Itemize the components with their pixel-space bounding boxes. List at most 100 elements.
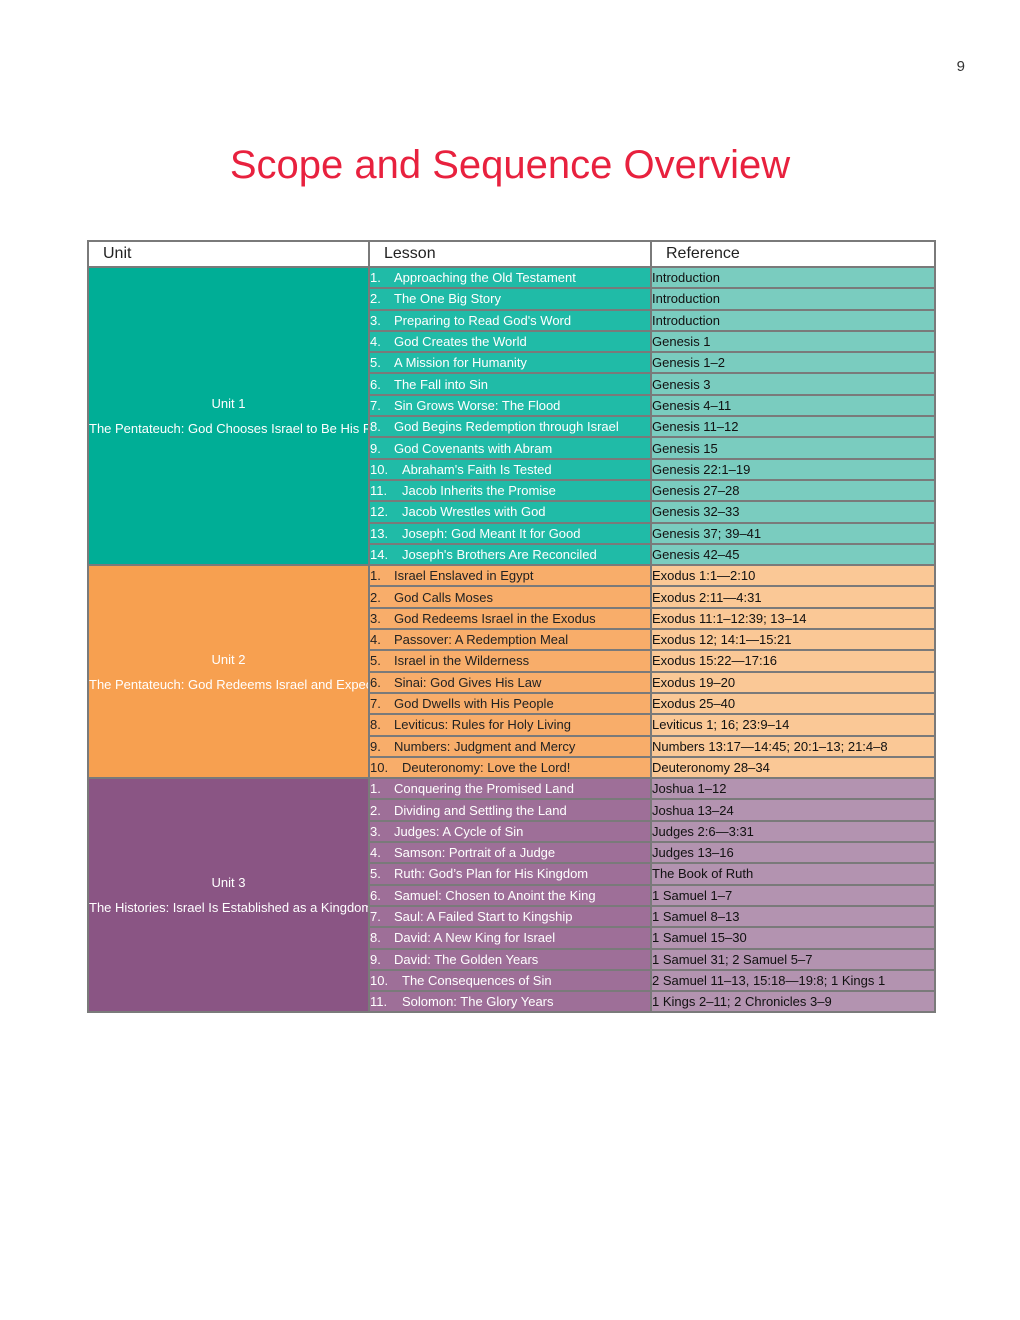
- unit-name: The Pentateuch: God Chooses Israel to Be…: [89, 421, 367, 437]
- lesson-number: 1.: [370, 568, 381, 584]
- lesson-number: 8.: [370, 717, 381, 733]
- lesson-title: God Creates the World: [394, 334, 527, 350]
- lesson-number: 14.: [370, 547, 389, 562]
- lesson-number: 10.: [370, 759, 389, 775]
- lesson-title: Israel in the Wilderness: [394, 653, 530, 669]
- reference-cell: Judges 2:6—3:31: [650, 819, 936, 844]
- lesson-title: Dividing and Settling the Land: [394, 802, 567, 818]
- table-row: Unit 3 The Histories: Israel Is Establish…: [87, 777, 936, 1014]
- lesson-title: David: The Golden Years: [394, 951, 539, 967]
- lesson-title: A Mission for Humanity: [394, 355, 527, 371]
- scope-sequence-table: Unit Lesson Reference Unit 1 The Pentateu…: [87, 240, 936, 1014]
- lesson-title: Approaching the Old Testament: [394, 270, 576, 286]
- lesson-number: 9.: [370, 951, 381, 967]
- lesson-number: 2.: [370, 589, 381, 605]
- reference-cell: Genesis 37; 39–41: [650, 521, 936, 545]
- lesson-title: Ruth: God’s Plan for His Kingdom: [394, 866, 589, 882]
- reference-cell: Exodus 2:11—4:31: [650, 585, 936, 609]
- reference-cell: Exodus 15:22—17:16: [650, 649, 936, 673]
- lesson-number: 10.: [370, 461, 389, 477]
- header-lesson: Lesson: [368, 240, 652, 268]
- unit-cell: Unit 1 The Pentateuch: God Chooses Israel…: [87, 265, 370, 567]
- unit-cell: Unit 2 The Pentateuch: God Redeems Israel…: [87, 564, 370, 780]
- lesson-title: Deuteronomy: Love the Lord!: [402, 759, 571, 775]
- lesson-number: 6.: [370, 376, 381, 392]
- lesson-number: 12.: [370, 504, 389, 520]
- header-reference: Reference: [650, 240, 936, 268]
- lesson-title: David: A New King for Israel: [394, 930, 556, 946]
- reference-cell: 1 Samuel 1–7: [650, 883, 936, 907]
- table-row: Unit 1 The Pentateuch: God Chooses Israel…: [87, 265, 936, 567]
- lesson-cell: 5. A Mission for Humanity: [368, 351, 652, 375]
- reference-cell: Exodus 12; 14:1—15:21: [650, 628, 936, 652]
- lesson-cell: 10. Deuteronomy: Love the Lord!: [368, 755, 652, 780]
- lesson-cell: 8. Leviticus: Rules for Holy Living: [368, 713, 652, 737]
- reference-cell: Numbers 13:17—14:45; 20:1–13; 21:4–8: [650, 734, 936, 758]
- reference-cell: Genesis 22:1–19: [650, 457, 936, 481]
- lesson-cell: 1. Conquering the Promised Land: [368, 777, 652, 801]
- lesson-title: God Redeems Israel in the Exodus: [394, 610, 596, 626]
- lesson-cell: 14. Joseph's Brothers Are Reconciled: [368, 542, 652, 567]
- lesson-number: 5.: [370, 866, 381, 882]
- lesson-cell: 9. God Covenants with Abram: [368, 436, 652, 460]
- lesson-title: Numbers: Judgment and Mercy: [394, 738, 576, 754]
- lesson-number: 7.: [370, 397, 381, 413]
- page-title: Scope and Sequence Overview: [229, 143, 791, 187]
- table-body: Unit 1 The Pentateuch: God Chooses Israel…: [87, 265, 936, 1014]
- lesson-cell: 3. Judges: A Cycle of Sin: [368, 819, 652, 844]
- lesson-cell: 3. Preparing to Read God's Word: [368, 308, 652, 332]
- reference-cell: 1 Kings 2–11; 2 Chronicles 3–9: [650, 990, 936, 1014]
- header-unit: Unit: [87, 240, 370, 268]
- lesson-cell: 11. Solomon: The Glory Years: [368, 990, 652, 1014]
- reference-cell: Genesis 11–12: [650, 415, 936, 439]
- lesson-cell: 7. Saul: A Failed Start to Kingship: [368, 904, 652, 929]
- lesson-cell: 9. Numbers: Judgment and Mercy: [368, 734, 652, 758]
- lesson-title: Conquering the Promised Land: [394, 781, 574, 797]
- reference-cell: Genesis 1–2: [650, 351, 936, 375]
- lesson-title: Abraham's Faith Is Tested: [402, 461, 552, 477]
- lesson-cell: 4. Samson: Portrait of a Judge: [368, 841, 652, 865]
- lesson-number: 3.: [370, 610, 381, 626]
- lesson-title: The Consequences of Sin: [402, 972, 552, 988]
- lesson-cell: 2. The One Big Story: [368, 287, 652, 311]
- lesson-title: The One Big Story: [394, 291, 501, 307]
- lesson-cell: 13. Joseph: God Meant It for Good: [368, 521, 652, 545]
- reference-cell: 2 Samuel 11–13, 15:18—19:8; 1 Kings 1: [650, 968, 936, 993]
- lesson-cell: 2. Dividing and Settling the Land: [368, 798, 652, 822]
- lesson-title: Solomon: The Glory Years: [402, 994, 554, 1010]
- lesson-title: Joseph's Brothers Are Reconciled: [402, 547, 597, 562]
- lesson-title: Preparing to Read God's Word: [394, 312, 572, 328]
- lesson-title: The Fall into Sin: [394, 376, 488, 392]
- lesson-cell: 8. God Begins Redemption through Israel: [368, 415, 652, 439]
- lesson-number: 8.: [370, 419, 381, 435]
- lesson-cell: 7. God Dwells with His People: [368, 691, 652, 716]
- reference-cell: Leviticus 1; 16; 23:9–14: [650, 713, 936, 737]
- lesson-number: 7.: [370, 696, 381, 712]
- reference-cell: Exodus 11:1–12:39; 13–14: [650, 606, 936, 631]
- lesson-title: God Dwells with His People: [394, 696, 554, 712]
- lesson-number: 7.: [370, 909, 381, 925]
- reference-cell: Exodus 25–40: [650, 691, 936, 716]
- lesson-number: 13.: [370, 525, 389, 541]
- lesson-number: 6.: [370, 674, 381, 690]
- reference-cell: Joshua 1–12: [650, 777, 936, 801]
- table-header-row: Unit Lesson Reference: [87, 240, 936, 268]
- reference-cell: 1 Samuel 8–13: [650, 904, 936, 929]
- reference-cell: Introduction: [650, 308, 936, 332]
- unit-label: Unit 1: [211, 396, 246, 412]
- lesson-number: 9.: [370, 440, 381, 456]
- lesson-number: 3.: [370, 312, 381, 328]
- lesson-cell: 5. Ruth: God’s Plan for His Kingdom: [368, 862, 652, 886]
- lesson-cell: 6. The Fall into Sin: [368, 372, 652, 396]
- lesson-title: Joseph: God Meant It for Good: [402, 525, 581, 541]
- lesson-title: Saul: A Failed Start to Kingship: [394, 909, 573, 925]
- lesson-cell: 5. Israel in the Wilderness: [368, 649, 652, 673]
- lesson-cell: 7. Sin Grows Worse: The Flood: [368, 393, 652, 418]
- lesson-title: God Covenants with Abram: [394, 440, 553, 456]
- lesson-number: 4.: [370, 845, 381, 861]
- lesson-cell: 12. Jacob Wrestles with God: [368, 500, 652, 524]
- lesson-number: 6.: [370, 887, 381, 903]
- reference-cell: The Book of Ruth: [650, 862, 936, 886]
- lesson-cell: 11. Jacob Inherits the Promise: [368, 478, 652, 503]
- unit-label: Unit 2: [211, 651, 246, 667]
